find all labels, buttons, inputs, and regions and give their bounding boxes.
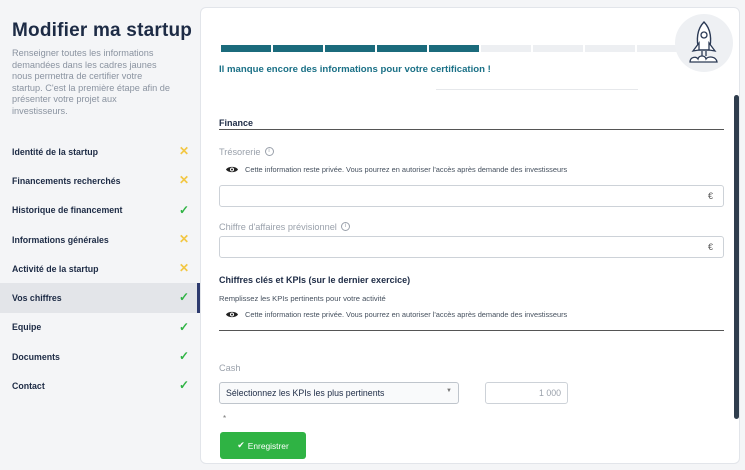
privacy-notice: Cette information reste privée. Vous pou… bbox=[225, 310, 567, 319]
privacy-notice: Cette information reste privée. Vous pou… bbox=[225, 165, 567, 174]
check-icon: ✔ bbox=[237, 440, 245, 450]
sidebar-item-label: Equipe bbox=[12, 322, 42, 333]
privacy-text: Cette information reste privée. Vous pou… bbox=[245, 310, 568, 319]
kpi-value-input[interactable]: 1 000 bbox=[485, 382, 568, 404]
sidebar-item-historique[interactable]: Historique de financement ✓ bbox=[0, 196, 200, 225]
save-label: Enregistrer bbox=[247, 440, 289, 451]
page-description: Renseigner toutes les informations deman… bbox=[12, 48, 171, 116]
certification-message: Il manque encore des informations pour v… bbox=[219, 64, 491, 75]
cash-label: Cash bbox=[219, 363, 241, 373]
kpi-select-value: Sélectionnez les KPIs les plus pertinent… bbox=[226, 388, 385, 398]
complete-icon: ✓ bbox=[178, 378, 190, 393]
page-title: Modifier ma startup bbox=[12, 20, 193, 41]
sidebar-item-contact[interactable]: Contact ✓ bbox=[0, 371, 200, 400]
divider bbox=[219, 330, 724, 331]
tresorerie-label-text: Trésorerie bbox=[219, 147, 261, 157]
tresorerie-label: Trésorerie i bbox=[219, 147, 274, 157]
sidebar-item-label: Financements recherchés bbox=[12, 175, 121, 186]
sidebar-item-chiffres[interactable]: Vos chiffres ✓ bbox=[0, 283, 200, 314]
section-title-finance: Finance bbox=[219, 118, 254, 128]
progress-segment bbox=[221, 45, 271, 52]
progress-segment bbox=[533, 45, 583, 52]
scrollbar[interactable] bbox=[734, 95, 739, 419]
complete-icon: ✓ bbox=[178, 349, 190, 364]
currency-symbol: € bbox=[707, 191, 713, 201]
currency-symbol: € bbox=[707, 242, 713, 252]
eye-icon bbox=[226, 311, 238, 318]
complete-icon: ✓ bbox=[178, 202, 190, 217]
progress-segment bbox=[585, 45, 635, 52]
form-card: Il manque encore des informations pour v… bbox=[200, 7, 740, 464]
info-icon[interactable]: i bbox=[264, 147, 274, 156]
complete-icon: ✓ bbox=[178, 290, 190, 305]
kpi-select[interactable]: Sélectionnez les KPIs les plus pertinent… bbox=[219, 382, 459, 404]
incomplete-icon: ✕ bbox=[178, 144, 190, 158]
sidebar-item-label: Historique de financement bbox=[12, 205, 123, 216]
ca-label: Chiffre d'affaires prévisionnel i bbox=[219, 222, 350, 232]
sidebar-item-equipe[interactable]: Equipe ✓ bbox=[0, 313, 200, 342]
eye-icon bbox=[226, 166, 238, 173]
chevron-down-icon: ▼ bbox=[446, 388, 452, 394]
info-icon[interactable]: i bbox=[340, 222, 350, 231]
rocket-icon bbox=[689, 21, 718, 63]
sidebar-item-label: Informations générales bbox=[12, 234, 109, 245]
chiffre-affaires-input[interactable]: € bbox=[219, 236, 724, 258]
sidebar-item-financements[interactable]: Financements recherchés ✕ bbox=[0, 166, 200, 195]
sidebar-item-documents[interactable]: Documents ✓ bbox=[0, 342, 200, 371]
sidebar-item-label: Identité de la startup bbox=[12, 146, 99, 157]
ca-label-text: Chiffre d'affaires prévisionnel bbox=[219, 222, 337, 232]
sidebar-item-label: Documents bbox=[12, 351, 60, 362]
divider bbox=[219, 129, 724, 130]
incomplete-icon: ✕ bbox=[178, 173, 190, 188]
sidebar-item-activite[interactable]: Activité de la startup ✕ bbox=[0, 254, 200, 283]
sidebar-item-label: Contact bbox=[12, 381, 45, 392]
sidebar-item-label: Activité de la startup bbox=[12, 263, 99, 274]
sidebar: Modifier ma startup Renseigner toutes le… bbox=[0, 0, 200, 470]
progress-segment bbox=[481, 45, 531, 52]
sidebar-item-label: Vos chiffres bbox=[12, 293, 62, 304]
certification-progress-bar bbox=[221, 45, 687, 52]
kpis-description: Remplissez les KPIs pertinents pour votr… bbox=[219, 294, 386, 303]
tresorerie-input[interactable]: € bbox=[219, 185, 724, 207]
privacy-text: Cette information reste privée. Vous pou… bbox=[245, 165, 568, 174]
required-marker: * bbox=[223, 414, 227, 423]
progress-segment bbox=[273, 45, 323, 52]
save-button[interactable]: ✔ Enregistrer bbox=[220, 432, 306, 459]
progress-segment bbox=[429, 45, 479, 52]
progress-segment bbox=[377, 45, 427, 52]
kpis-title: Chiffres clés et KPIs (sur le dernier ex… bbox=[219, 275, 411, 285]
sidebar-item-informations[interactable]: Informations générales ✕ bbox=[0, 225, 200, 254]
sidebar-item-identite[interactable]: Identité de la startup ✕ bbox=[0, 137, 200, 166]
complete-icon: ✓ bbox=[178, 319, 190, 334]
sidebar-nav: Identité de la startup ✕ Financements re… bbox=[0, 137, 200, 401]
divider bbox=[436, 89, 638, 90]
rocket-badge bbox=[675, 14, 733, 72]
progress-segment bbox=[325, 45, 375, 52]
incomplete-icon: ✕ bbox=[178, 231, 190, 246]
incomplete-icon: ✕ bbox=[178, 261, 190, 276]
